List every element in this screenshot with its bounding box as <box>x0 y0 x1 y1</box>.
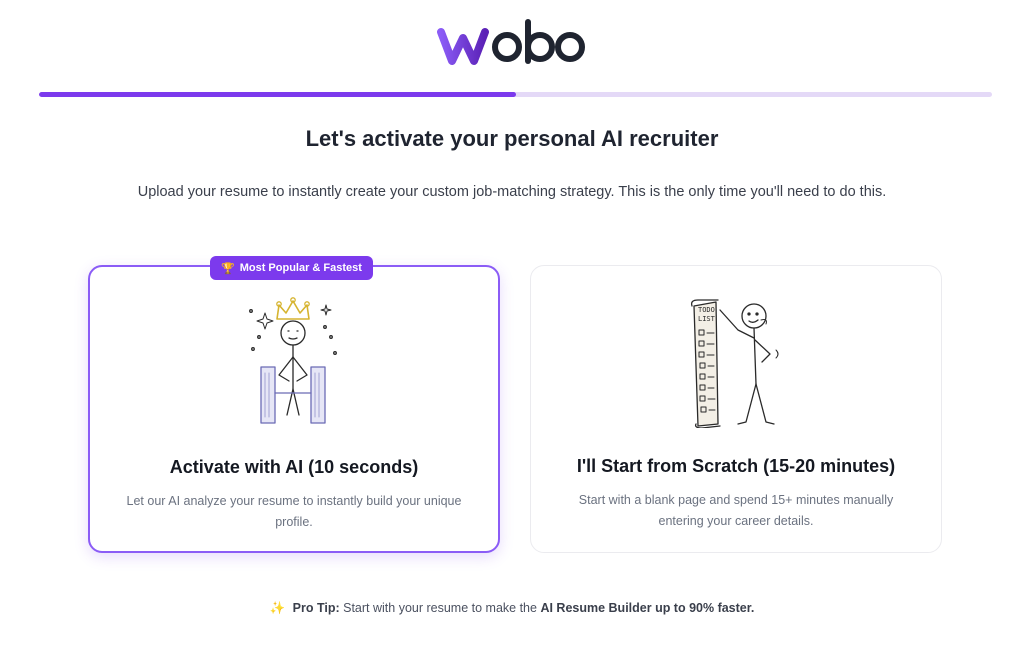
start-from-scratch-card[interactable]: TODO LIST I'll Start from Scratch (15-20… <box>530 265 942 553</box>
wobo-logo-icon <box>437 19 585 65</box>
todo-list-person-icon: TODO LIST <box>531 296 941 428</box>
sparkle-icon: ✨ <box>269 601 286 615</box>
list-heading: LIST <box>698 315 716 323</box>
card-description: Start with a blank page and spend 15+ mi… <box>578 493 894 528</box>
pro-tip-highlight: AI Resume Builder up to 90% faster. <box>540 601 755 615</box>
trophy-icon: 🏆 <box>221 262 235 275</box>
badge-label: Most Popular & Fastest <box>239 262 362 274</box>
king-on-throne-icon <box>90 297 498 427</box>
card-title: Activate with AI (10 seconds) <box>169 457 419 477</box>
logo <box>0 18 1024 68</box>
pro-tip: ✨ Pro Tip: Start with your resume to mak… <box>0 601 1024 616</box>
card-title: I'll Start from Scratch (15-20 minutes) <box>576 456 896 476</box>
most-popular-badge: 🏆 Most Popular & Fastest <box>210 256 373 280</box>
page-title: Let's activate your personal AI recruite… <box>305 126 719 151</box>
activate-with-ai-card[interactable]: Activate with AI (10 seconds) Let our AI… <box>88 265 500 553</box>
progress-bar-fill <box>39 92 516 97</box>
card-description: Let our AI analyze your resume to instan… <box>126 494 462 529</box>
page-subtitle: Upload your resume to instantly create y… <box>137 184 887 200</box>
pro-tip-label: Pro Tip: <box>292 601 340 615</box>
pro-tip-text: Start with your resume to make the <box>343 601 537 615</box>
progress-bar <box>39 92 992 97</box>
todo-heading: TODO <box>698 306 715 314</box>
